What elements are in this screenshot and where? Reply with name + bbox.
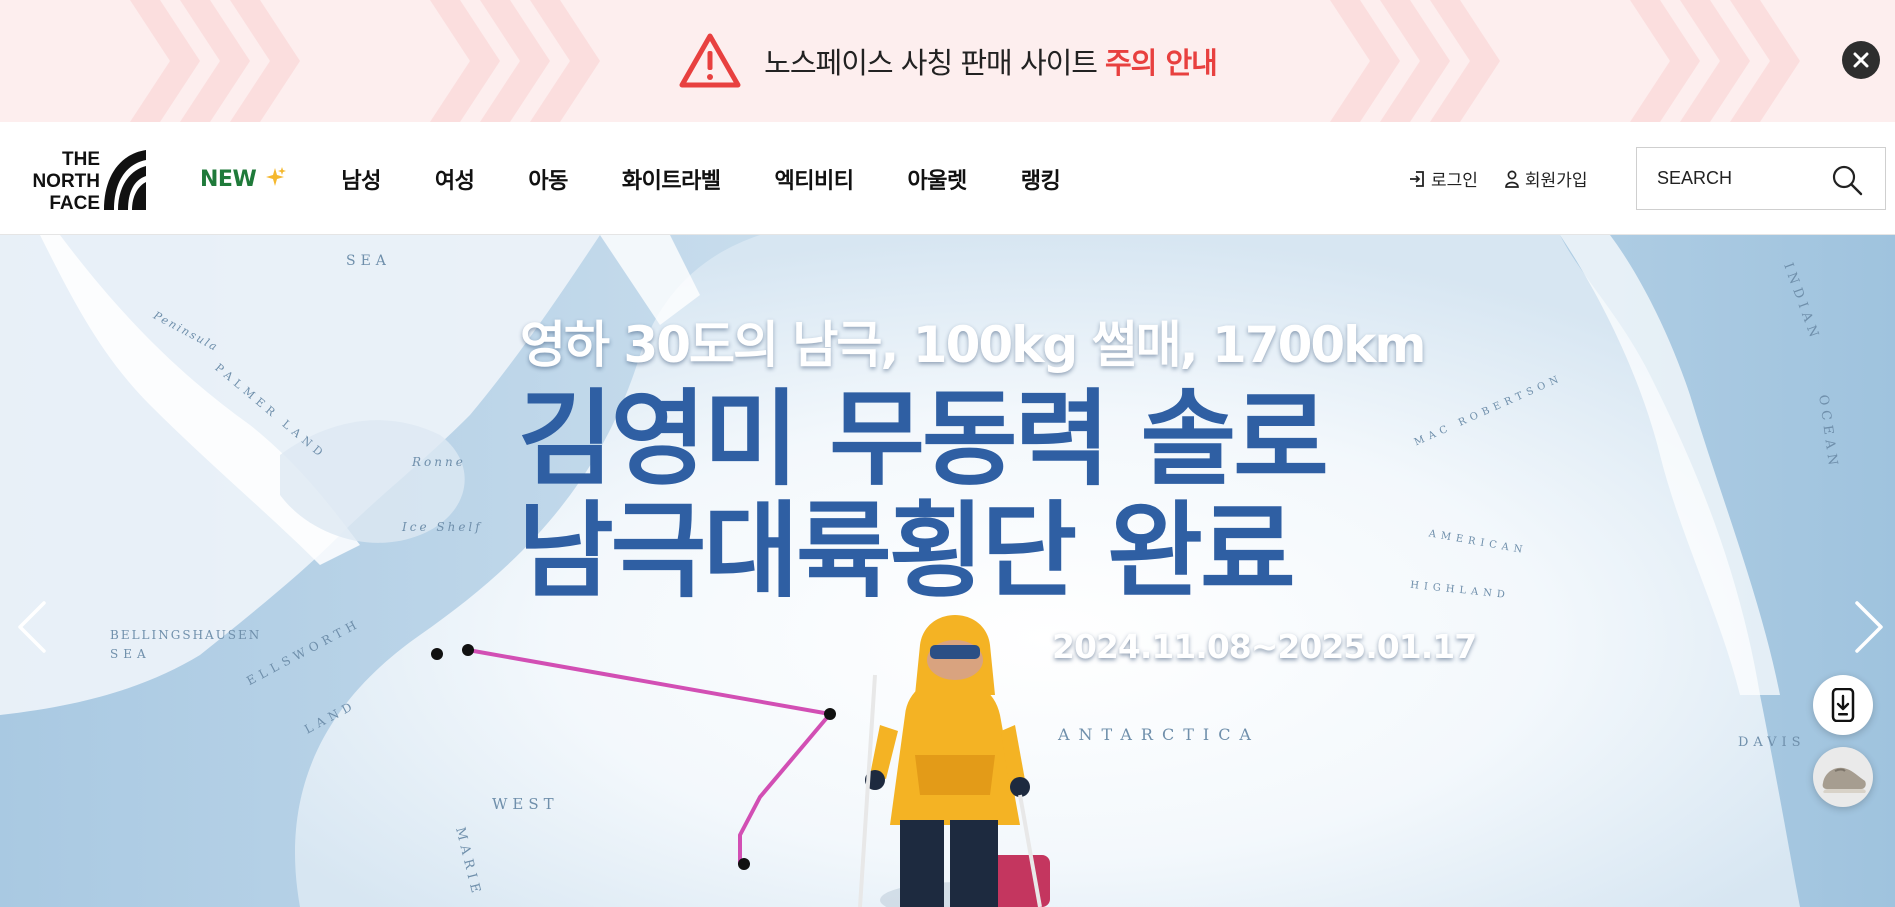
join-label: 회원가입 [1524,171,1588,191]
recent-product-button[interactable] [1813,747,1873,807]
map-label-davis: DAVIS [1738,735,1806,750]
login-icon [1410,170,1424,187]
search-input[interactable] [1657,168,1827,189]
nav-item-women[interactable]: 여성 [435,163,475,195]
map-label-bellingshausen: BELLINGSHAUSEN [110,628,262,642]
carousel-prev-button[interactable] [12,597,52,657]
hero-title: 김영미 무동력 솔로 남극대륙횡단 완료 [518,378,1329,612]
hero-title-line-1: 김영미 무동력 솔로 [518,378,1329,500]
header-utility: 로그인 회원가입 [1408,122,1587,235]
nav-item-activity[interactable]: 엑티비티 [775,163,854,195]
notice-accent: 주의 안내 [1105,46,1218,80]
mobile-download-icon [1831,688,1855,722]
search-icon[interactable] [1831,164,1863,196]
hero-date: 2024.11.08~2025.01.17 [1052,627,1477,666]
hero-subtitle: 영하 30도의 남극, 100kg 썰매, 1700km [520,316,1427,374]
site-header: THE NORTH FACE NEW 남성 여성 아동 화이트라벨 엑티비티 아… [0,122,1895,235]
map-label-west: WEST [492,795,559,813]
notice-text[interactable]: 노스페이스 사칭 판매 사이트 주의 안내 [764,40,1218,82]
the-north-face-logo[interactable]: THE NORTH FACE [12,146,148,212]
map-label-ice-shelf: Ice Shelf [402,520,483,534]
logo-line-2: NORTH [32,171,100,192]
nav-item-ranking[interactable]: 랭킹 [1021,163,1061,195]
main-nav: NEW 남성 여성 아동 화이트라벨 엑티비티 아울렛 랭킹 [200,122,1114,235]
shoe-thumbnail-icon [1822,767,1866,793]
logo-line-1: THE [62,149,100,170]
nav-item-white-label[interactable]: 화이트라벨 [622,163,721,195]
warning-triangle-icon [679,33,741,88]
sparkle-icon [266,167,287,186]
notice-banner[interactable]: 노스페이스 사칭 판매 사이트 주의 안내 [0,0,1895,122]
join-link[interactable]: 회원가입 [1504,166,1588,191]
map-label-sea-left: SEA [110,647,151,661]
nav-item-men[interactable]: 남성 [341,163,381,195]
map-label-ronne: Ronne [412,455,466,469]
map-label-antarctica: ANTARCTICA [1058,725,1260,744]
nav-item-new[interactable]: NEW [200,165,287,192]
login-link[interactable]: 로그인 [1408,166,1478,191]
app-download-button[interactable] [1813,675,1873,735]
login-label: 로그인 [1431,171,1478,191]
nav-item-kids[interactable]: 아동 [528,163,568,195]
hero-title-line-2: 남극대륙횡단 완료 [518,490,1296,612]
search-box [1636,147,1886,210]
map-label-sea-top: SEA [346,253,391,269]
notice-message: 노스페이스 사칭 판매 사이트 [764,46,1098,80]
hero-banner[interactable]: SEA BELLINGSHAUSEN SEA ANTARCTICA WEST E… [0,235,1895,907]
carousel-next-button[interactable] [1849,597,1889,657]
logo-line-3: FACE [49,193,100,212]
nav-item-outlet[interactable]: 아울렛 [908,163,968,195]
nav-item-new-label: NEW [200,167,257,192]
user-icon [1505,170,1519,188]
notice-close-button[interactable] [1842,41,1880,79]
close-icon [1853,52,1869,68]
